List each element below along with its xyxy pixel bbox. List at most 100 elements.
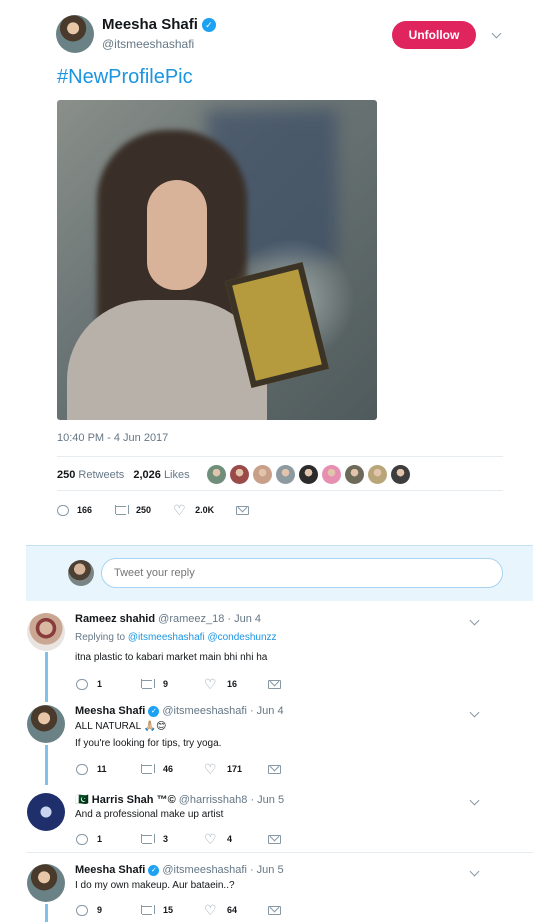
reply-count: 1 — [97, 679, 103, 689]
like-action[interactable]: ♡ 16 — [204, 677, 268, 691]
reply-avatar[interactable] — [27, 705, 65, 743]
reply-menu-caret-icon[interactable] — [469, 868, 481, 880]
tweet-photo[interactable] — [57, 100, 377, 420]
likes-stat[interactable]: 2,026 Likes — [133, 469, 189, 481]
photo-face-shape — [147, 180, 207, 290]
tweet-menu-caret-icon[interactable] — [491, 30, 503, 42]
retweet-count: 9 — [163, 679, 169, 689]
reply-text-line2: If you're looking for tips, try yoga. — [75, 738, 222, 749]
reply-item[interactable]: Meesha Shafi ✓ @itsmeeshashafi · Jun 4 AL… — [0, 701, 533, 786]
author-handle[interactable]: @itsmeeshashafi — [102, 37, 194, 51]
reply-actions: 11 46 ♡ 171 — [76, 761, 332, 777]
envelope-icon — [268, 679, 281, 689]
reply-menu-caret-icon[interactable] — [469, 709, 481, 721]
replying-to-label: Replying to — [75, 632, 126, 643]
liker-avatar[interactable] — [207, 465, 226, 484]
reply-actions: 9 15 ♡ 64 — [76, 902, 332, 918]
retweet-icon — [140, 679, 155, 689]
dm-action[interactable] — [236, 504, 250, 516]
heart-icon: ♡ — [204, 902, 217, 918]
reply-avatar[interactable] — [27, 793, 65, 831]
liker-avatar[interactable] — [368, 465, 387, 484]
reply-menu-caret-icon[interactable] — [469, 797, 481, 809]
reply-author[interactable]: 🇵🇰 Harris Shah ™© @harrisshah8 · Jun 5 — [75, 793, 284, 806]
verified-badge-icon: ✓ — [201, 18, 216, 32]
like-action[interactable]: ♡ 64 — [204, 902, 268, 918]
like-action[interactable]: ♡ 2.0K — [173, 503, 214, 517]
unfollow-button[interactable]: Unfollow — [392, 21, 476, 49]
reply-author-name: Harris Shah ™© — [91, 794, 176, 806]
author-avatar[interactable] — [56, 15, 94, 53]
retweets-label: Retweets — [78, 469, 125, 481]
reply-author-handle: @itsmeeshashafi · Jun 4 — [162, 705, 284, 717]
reply-action[interactable]: 9 — [76, 904, 140, 916]
heart-icon: ♡ — [204, 831, 217, 847]
dm-action[interactable] — [268, 763, 332, 775]
like-action[interactable]: ♡ 4 — [204, 831, 268, 847]
retweets-stat[interactable]: 250 Retweets — [57, 469, 124, 481]
liker-avatar[interactable] — [345, 465, 364, 484]
liker-avatar[interactable] — [299, 465, 318, 484]
retweet-action[interactable]: 46 — [140, 763, 204, 775]
tweet-hashtag-link[interactable]: #NewProfilePic — [57, 66, 193, 89]
tweet-stats: 250 Retweets 2,026 Likes — [57, 469, 190, 481]
likes-count: 2,026 — [133, 469, 161, 481]
reply-menu-caret-icon[interactable] — [469, 617, 481, 629]
reply-item[interactable]: Rameez shahid @rameez_18 · Jun 4 Replyin… — [0, 609, 533, 697]
retweet-action[interactable]: 15 — [140, 904, 204, 916]
liker-avatar[interactable] — [322, 465, 341, 484]
mention-link[interactable]: @itsmeeshashafi — [128, 632, 205, 643]
like-action[interactable]: ♡ 171 — [204, 761, 268, 777]
retweet-action[interactable]: 250 — [114, 504, 151, 516]
likes-label: Likes — [163, 469, 190, 481]
reply-icon — [76, 904, 88, 916]
retweet-count: 15 — [163, 905, 174, 915]
liker-avatar[interactable] — [230, 465, 249, 484]
dm-action[interactable] — [268, 678, 332, 690]
main-tweet: Meesha Shafi ✓ @itsmeeshashafi Unfollow #… — [0, 0, 533, 545]
reply-author-name: Rameez shahid — [75, 613, 156, 625]
reply-author-handle: @harrisshah8 · Jun 5 — [178, 794, 285, 806]
dm-action[interactable] — [268, 833, 332, 845]
reply-item[interactable]: Meesha Shafi ✓ @itsmeeshashafi · Jun 5 I … — [0, 860, 533, 922]
reply-author-handle: @itsmeeshashafi · Jun 5 — [162, 864, 284, 876]
liker-avatar[interactable] — [276, 465, 295, 484]
reply-input[interactable] — [101, 558, 503, 588]
reply-actions: 1 9 ♡ 16 — [76, 677, 332, 691]
divider — [26, 852, 533, 853]
author-name[interactable]: Meesha Shafi ✓ — [102, 16, 216, 33]
reply-text: I do my own makeup. Aur bataein..? — [75, 880, 235, 891]
reply-icon — [76, 833, 88, 845]
reply-composer — [26, 545, 533, 601]
heart-icon: ♡ — [204, 761, 217, 777]
dm-action[interactable] — [268, 904, 332, 916]
envelope-icon — [268, 834, 281, 844]
divider — [57, 456, 503, 457]
reply-author-name: Meesha Shafi — [75, 864, 146, 876]
retweet-action[interactable]: 3 — [140, 833, 204, 845]
reply-avatar[interactable] — [27, 864, 65, 902]
reply-author[interactable]: Rameez shahid @rameez_18 · Jun 4 — [75, 613, 261, 625]
reply-text: ALL NATURAL 🙏🏼😊 — [75, 721, 167, 732]
reply-avatar[interactable] — [27, 613, 65, 651]
reply-action[interactable]: 1 — [76, 833, 140, 845]
thread-line — [45, 652, 48, 702]
reply-action[interactable]: 166 — [57, 504, 92, 516]
reply-author[interactable]: Meesha Shafi ✓ @itsmeeshashafi · Jun 4 — [75, 705, 284, 717]
reply-icon — [76, 763, 88, 775]
author-name-text[interactable]: Meesha Shafi — [102, 16, 198, 33]
envelope-icon — [236, 505, 250, 515]
mention-link[interactable]: @condeshunzz — [207, 632, 276, 643]
reply-item[interactable]: 🇵🇰 Harris Shah ™© @harrisshah8 · Jun 5 A… — [0, 789, 533, 853]
like-count: 16 — [227, 679, 238, 689]
retweet-action[interactable]: 9 — [140, 678, 204, 690]
liker-avatar[interactable] — [253, 465, 272, 484]
current-user-avatar — [68, 560, 94, 586]
tweet-timestamp[interactable]: 10:40 PM - 4 Jun 2017 — [57, 432, 168, 444]
reply-action[interactable]: 1 — [76, 678, 140, 690]
reply-author-name: Meesha Shafi — [75, 705, 146, 717]
thread-line — [45, 904, 48, 922]
reply-author[interactable]: Meesha Shafi ✓ @itsmeeshashafi · Jun 5 — [75, 864, 284, 876]
liker-avatar[interactable] — [391, 465, 410, 484]
reply-action[interactable]: 11 — [76, 763, 140, 775]
